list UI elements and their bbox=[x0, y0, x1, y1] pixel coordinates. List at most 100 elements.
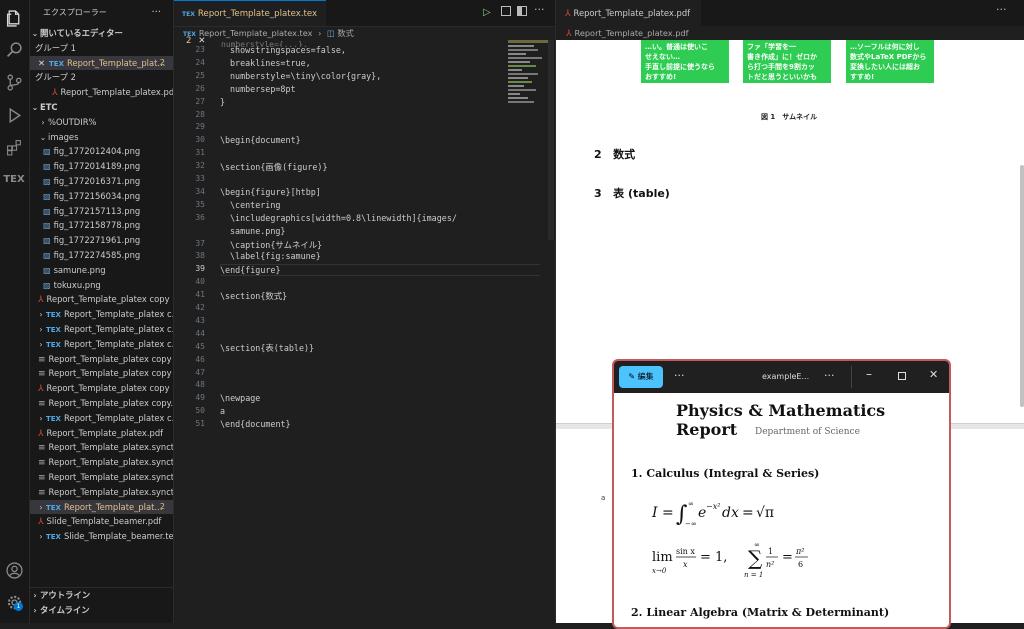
code-line[interactable]: samune.png} bbox=[230, 226, 285, 236]
chevron-right-icon[interactable]: › bbox=[36, 530, 46, 544]
breadcrumb-file[interactable]: Report_Template_platex.tex bbox=[199, 28, 313, 38]
code-line[interactable]: \section{数式} bbox=[220, 290, 287, 302]
code-line[interactable]: numbersep=8pt bbox=[230, 84, 296, 94]
txt-file-item[interactable]: ≡ Report_Template_platex.synct... bbox=[30, 470, 173, 485]
tab-report-pdf[interactable]: ⅄ Report_Template_platex.pdf bbox=[556, 0, 701, 26]
explorer-icon[interactable] bbox=[4, 8, 24, 28]
timeline-section[interactable]: › タイムライン bbox=[30, 603, 173, 618]
txt-file-item[interactable]: ≡ Report_Template_platex.synct... bbox=[30, 455, 173, 470]
minimize-icon[interactable]: – bbox=[866, 367, 872, 381]
code-line[interactable]: \centering bbox=[230, 200, 280, 210]
search-icon[interactable] bbox=[4, 39, 24, 59]
image-file-item[interactable]: ▨ fig_1772014189.png bbox=[30, 159, 173, 174]
svg-text:sin x: sin x bbox=[676, 547, 695, 556]
code-line[interactable]: \label{fig:samune} bbox=[230, 251, 321, 261]
folder-images[interactable]: ⌄ images bbox=[30, 130, 173, 145]
split-editor-icon[interactable] bbox=[517, 6, 527, 16]
image-file-item[interactable]: ▨ samune.png bbox=[30, 263, 173, 278]
file-label: Report_Template_platex.synct... bbox=[48, 457, 173, 468]
line-number: 38 bbox=[195, 251, 205, 261]
chevron-right-icon[interactable]: › bbox=[36, 412, 46, 426]
image-file-item[interactable]: ▨ fig_1772156034.png bbox=[30, 189, 173, 204]
editor-more-icon[interactable]: ··· bbox=[534, 3, 545, 16]
tab-report-tex[interactable]: TEX Report_Template_platex.tex 2 ✕ bbox=[174, 0, 326, 46]
open-editor-pdf[interactable]: ⅄ Report_Template_platex.pdf bbox=[30, 85, 173, 100]
code-line[interactable]: \section{画像(figure)} bbox=[220, 161, 328, 173]
breadcrumb-file[interactable]: Report_Template_platex.pdf bbox=[575, 28, 689, 38]
build-run-icon[interactable]: ▷ bbox=[483, 7, 491, 18]
chevron-right-icon[interactable]: › bbox=[36, 338, 46, 352]
code-line[interactable]: a bbox=[220, 406, 225, 416]
section-title: 表 (table) bbox=[613, 187, 670, 200]
code-line[interactable]: \begin{document} bbox=[220, 135, 301, 145]
extensions-icon[interactable] bbox=[4, 137, 24, 157]
pdf-scrollbar[interactable] bbox=[1020, 165, 1024, 407]
txt-file-item[interactable]: ≡ Report_Template_platex copy ... bbox=[30, 366, 173, 381]
pdf-file-item[interactable]: ⅄ Report_Template_platex.pdf bbox=[30, 426, 173, 441]
pdf-file-item[interactable]: ⅄ Slide_Template_beamer.pdf bbox=[30, 514, 173, 529]
tex-file-item[interactable]: › TEX Report_Template_platex c... bbox=[30, 337, 173, 352]
code-line[interactable]: } bbox=[220, 97, 225, 107]
pdf-file-item[interactable]: ⅄ Report_Template_platex copy ... bbox=[30, 292, 173, 307]
etc-folder-root[interactable]: ⌄ ETC bbox=[30, 100, 173, 115]
tex-file-icon: TEX bbox=[46, 503, 61, 512]
code-line[interactable]: numberstyle=\tiny\color{gray}, bbox=[230, 71, 381, 81]
tex-file-item[interactable]: › TEX Report_Template_platex c... bbox=[30, 411, 173, 426]
pdf-file-item[interactable]: ⅄ Report_Template_platex copy ... bbox=[30, 381, 173, 396]
chevron-right-icon[interactable]: › bbox=[36, 323, 46, 337]
close-window-icon[interactable]: ✕ bbox=[929, 368, 938, 381]
chevron-right-icon[interactable]: › bbox=[36, 501, 46, 515]
tex-file-item[interactable]: › TEX Report_Template_platex c... bbox=[30, 322, 173, 337]
image-file-item[interactable]: ▨ fig_1772016371.png bbox=[30, 174, 173, 189]
txt-file-item[interactable]: ≡ Report_Template_platex.synct... bbox=[30, 440, 173, 455]
code-line[interactable]: \section{表(table)} bbox=[220, 342, 314, 354]
svg-text:=: = bbox=[782, 550, 793, 565]
section-calculus: 1. Calculus (Integral & Series) bbox=[631, 467, 820, 480]
txt-file-item[interactable]: ≡ Report_Template_platex copy ... bbox=[30, 352, 173, 367]
open-editors-section[interactable]: ⌄ 開いているエディター bbox=[30, 26, 173, 41]
outline-section[interactable]: › アウトライン bbox=[30, 588, 173, 603]
more-actions-icon[interactable]: ··· bbox=[151, 0, 161, 26]
image-file-item[interactable]: ▨ fig_1772012404.png bbox=[30, 144, 173, 159]
file-label: Slide_Template_beamer.pdf bbox=[46, 516, 162, 527]
view-pdf-icon[interactable] bbox=[501, 6, 511, 16]
run-debug-icon[interactable] bbox=[4, 105, 24, 125]
image-file-item[interactable]: ▨ fig_1772157113.png bbox=[30, 204, 173, 219]
line-number: 44 bbox=[195, 328, 205, 338]
breadcrumb-section[interactable]: 数式 bbox=[337, 28, 353, 38]
code-line[interactable]: breaklines=true, bbox=[230, 58, 311, 68]
tex-file-item[interactable]: › TEX Report_Template_plat... 2 bbox=[30, 499, 173, 515]
code-line[interactable]: \includegraphics[width=0.8\linewidth]{im… bbox=[230, 213, 457, 223]
tex-file-item[interactable]: › TEX Report_Template_platex c... bbox=[30, 307, 173, 322]
tex-icon[interactable]: TEX bbox=[3, 169, 24, 189]
editor-scrollbar[interactable] bbox=[548, 40, 554, 240]
pdf-more-icon[interactable]: ··· bbox=[996, 3, 1007, 16]
image-file-item[interactable]: ▨ fig_1772158778.png bbox=[30, 218, 173, 233]
image-file-item[interactable]: ▨ fig_1772274585.png bbox=[30, 248, 173, 263]
source-control-icon[interactable] bbox=[4, 72, 24, 92]
code-line[interactable]: \begin{figure}[htbp] bbox=[220, 187, 321, 197]
image-file-item[interactable]: ▨ tokuxu.png bbox=[30, 278, 173, 293]
chevron-right-icon[interactable]: › bbox=[36, 308, 46, 322]
txt-file-item[interactable]: ≡ Report_Template_platex copy... bbox=[30, 396, 173, 411]
maximize-icon[interactable] bbox=[898, 372, 906, 380]
editor-tab-bar: TEX Report_Template_platex.tex 2 ✕ ▷ ··· bbox=[174, 0, 555, 46]
code-line[interactable]: showstringspaces=false, bbox=[230, 45, 346, 55]
account-icon[interactable] bbox=[4, 560, 24, 580]
image-file-item[interactable]: ▨ fig_1772271961.png bbox=[30, 233, 173, 248]
txt-file-item[interactable]: ≡ Report_Template_platex.synct... bbox=[30, 485, 173, 500]
thumb-text: 数式やLaTeX PDFから bbox=[850, 53, 927, 61]
code-line[interactable]: \end{figure} bbox=[220, 264, 540, 277]
minimap[interactable] bbox=[508, 40, 548, 120]
close-icon[interactable]: ✕ bbox=[38, 58, 45, 68]
thumb-text: せえない… bbox=[645, 53, 680, 61]
code-line[interactable]: \newpage bbox=[220, 393, 260, 403]
code-line[interactable]: \caption{サムネイル} bbox=[230, 239, 322, 251]
title-more-icon[interactable]: ··· bbox=[824, 369, 835, 382]
more-options-icon[interactable]: ··· bbox=[674, 369, 685, 382]
edit-button[interactable]: ✎ 編集 bbox=[619, 366, 663, 388]
open-editor-tex[interactable]: ✕ TEX Report_Template_plat... 2 bbox=[30, 55, 173, 71]
folder-outdir[interactable]: › %OUTDIR% bbox=[30, 115, 173, 130]
tex-file-item[interactable]: › TEX Slide_Template_beamer.tex bbox=[30, 529, 173, 544]
code-line[interactable]: \end{document} bbox=[220, 419, 291, 429]
